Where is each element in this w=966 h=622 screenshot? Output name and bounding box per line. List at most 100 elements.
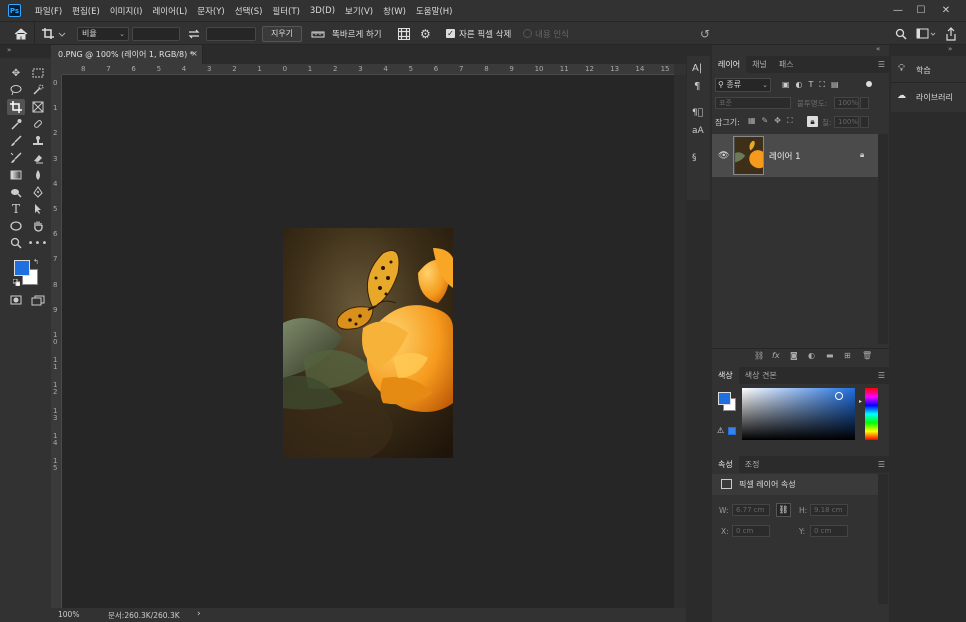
menu-edit[interactable]: 편집(E) (67, 5, 105, 17)
x-field[interactable]: 0 cm (732, 525, 770, 537)
history-brush-tool-icon[interactable] (7, 150, 25, 166)
opacity-input[interactable]: 100% (834, 97, 859, 109)
zoom-tool-icon[interactable] (7, 235, 25, 251)
clone-stamp-tool-icon[interactable] (29, 133, 47, 149)
color-field[interactable] (742, 388, 855, 440)
quick-select-tool-icon[interactable] (29, 82, 47, 98)
width-input[interactable] (132, 27, 180, 41)
lock-all-icon[interactable]: 🔒︎ (807, 116, 818, 127)
character-styles-icon[interactable]: aA (692, 126, 704, 136)
close-tab-icon[interactable]: × (191, 49, 198, 58)
websafe-color-chip[interactable] (728, 427, 736, 435)
menu-window[interactable]: 창(W) (378, 5, 411, 17)
tab-color[interactable]: 색상 (712, 367, 739, 384)
new-layer-icon[interactable]: ⊞ (844, 351, 851, 360)
pen-tool-icon[interactable] (29, 184, 47, 200)
more-tools-icon[interactable]: ••• (28, 235, 48, 251)
lasso-tool-icon[interactable] (7, 82, 25, 98)
gear-icon[interactable]: ⚙ (420, 27, 434, 41)
paragraph-styles-icon[interactable]: ¶⃞ (692, 108, 703, 118)
layers-scrollbar[interactable] (878, 134, 888, 344)
path-select-tool-icon[interactable] (29, 201, 47, 217)
crop-preset-icon[interactable] (41, 26, 67, 42)
lightbulb-icon[interactable]: 💡︎ (898, 63, 905, 74)
hue-slider[interactable] (865, 388, 878, 440)
minimize-button[interactable]: — (887, 0, 909, 21)
opacity-dropdown[interactable] (860, 97, 869, 109)
panel-menu-icon[interactable]: ☰ (878, 460, 885, 469)
learn-label[interactable]: 학습 (916, 65, 931, 76)
expand-panels-icon[interactable]: » (948, 45, 952, 53)
layer-filter-select[interactable]: ⚲ 종류 ⌄ (715, 78, 771, 92)
layer-row[interactable]: 👁︎ 레이어 1 🔒︎ (712, 134, 878, 177)
content-aware-checkbox[interactable] (523, 29, 532, 38)
adjustment-layer-icon[interactable]: ◐ (808, 351, 815, 360)
properties-scrollbar[interactable] (878, 474, 888, 604)
fx-icon[interactable]: fx (772, 351, 780, 360)
foreground-color-swatch[interactable] (14, 260, 30, 276)
width-field[interactable]: 6.77 cm (732, 504, 770, 516)
filter-toggle-icon[interactable] (866, 81, 872, 87)
tab-swatches[interactable]: 색상 견본 (739, 367, 783, 384)
horizontal-ruler[interactable]: 8 7 6 5 4 3 2 1 0 1 2 3 4 5 6 7 8 9 10 11 12 13 14 15 (62, 64, 674, 75)
eraser-tool-icon[interactable] (29, 150, 47, 166)
status-menu-arrow-icon[interactable]: › (197, 609, 201, 619)
close-button[interactable]: ✕ (935, 0, 957, 21)
marquee-tool-icon[interactable] (29, 65, 47, 81)
menu-type[interactable]: 문자(Y) (192, 5, 229, 17)
panel-menu-icon[interactable]: ☰ (878, 60, 885, 69)
add-mask-icon[interactable]: ◙ (790, 351, 798, 360)
grid-overlay-icon[interactable] (397, 27, 411, 41)
glyphs-icon[interactable]: § (692, 153, 697, 163)
dodge-tool-icon[interactable] (7, 184, 25, 200)
reset-icon[interactable]: ↺ (700, 27, 714, 41)
clear-button[interactable]: 지우기 (262, 26, 302, 42)
fill-input[interactable]: 100% (834, 116, 859, 128)
document-tab[interactable]: 0.PNG @ 100% (레이어 1, RGB/8) * × (51, 45, 203, 64)
blur-tool-icon[interactable] (29, 167, 47, 183)
collapse-panels-icon[interactable]: « (876, 45, 880, 53)
foreground-color-chip[interactable] (718, 392, 731, 405)
hue-slider-arrow-icon[interactable]: ▸ (859, 398, 862, 405)
vertical-scrollbar[interactable] (674, 75, 686, 608)
character-panel-icon[interactable]: A| (692, 63, 702, 74)
eyedropper-tool-icon[interactable] (7, 116, 25, 132)
straighten-label[interactable]: 똑바르게 하기 (332, 28, 382, 40)
eye-icon[interactable]: 👁︎ (718, 151, 729, 161)
libraries-label[interactable]: 라이브러리 (916, 92, 953, 103)
ratio-select[interactable]: 비율 ⌄ (77, 27, 129, 41)
layer-filter-icons[interactable]: ▣◐T⛶▤ (782, 80, 845, 90)
paragraph-panel-icon[interactable]: ¶ (694, 81, 700, 92)
trash-icon[interactable]: 🗑︎ (862, 351, 872, 360)
layer-name[interactable]: 레이어 1 (769, 150, 801, 162)
tab-adjustments[interactable]: 조정 (739, 456, 766, 473)
type-tool-icon[interactable]: T (7, 201, 25, 217)
menu-image[interactable]: 이미지(I) (105, 5, 148, 17)
swap-icon[interactable] (188, 28, 200, 40)
search-icon[interactable] (895, 28, 907, 40)
collapse-icon[interactable]: » (7, 46, 11, 54)
fill-dropdown[interactable] (860, 116, 869, 128)
quick-mask-icon[interactable] (7, 292, 25, 308)
menu-file[interactable]: 파일(F) (30, 5, 67, 17)
menu-help[interactable]: 도움말(H) (411, 5, 457, 17)
maximize-button[interactable]: ☐ (910, 0, 932, 21)
menu-layer[interactable]: 레이어(L) (147, 5, 192, 17)
lock-options-icons[interactable]: ▦✎✥⛶ (748, 116, 799, 126)
workspace-icon[interactable] (916, 28, 936, 40)
default-colors-icon[interactable] (12, 278, 21, 287)
ellipse-tool-icon[interactable] (7, 218, 25, 234)
tab-layers[interactable]: 레이어 (712, 56, 747, 73)
home-icon[interactable] (12, 26, 30, 42)
gradient-tool-icon[interactable] (7, 167, 25, 183)
brush-tool-icon[interactable] (7, 133, 25, 149)
color-picker-handle[interactable] (835, 392, 843, 400)
menu-select[interactable]: 선택(S) (230, 5, 268, 17)
swap-colors-icon[interactable]: ↰ (33, 258, 39, 266)
vertical-ruler[interactable]: 0 1 2 3 4 5 6 7 8 9 1 0 1 1 1 2 1 3 1 4 1 5 (51, 75, 62, 608)
link-layers-icon[interactable]: ⛓ (754, 351, 764, 360)
height-input[interactable] (206, 27, 256, 41)
frame-tool-icon[interactable] (29, 99, 47, 115)
healing-brush-tool-icon[interactable] (29, 116, 47, 132)
gamut-warning-icon[interactable]: ⚠ (717, 426, 724, 435)
